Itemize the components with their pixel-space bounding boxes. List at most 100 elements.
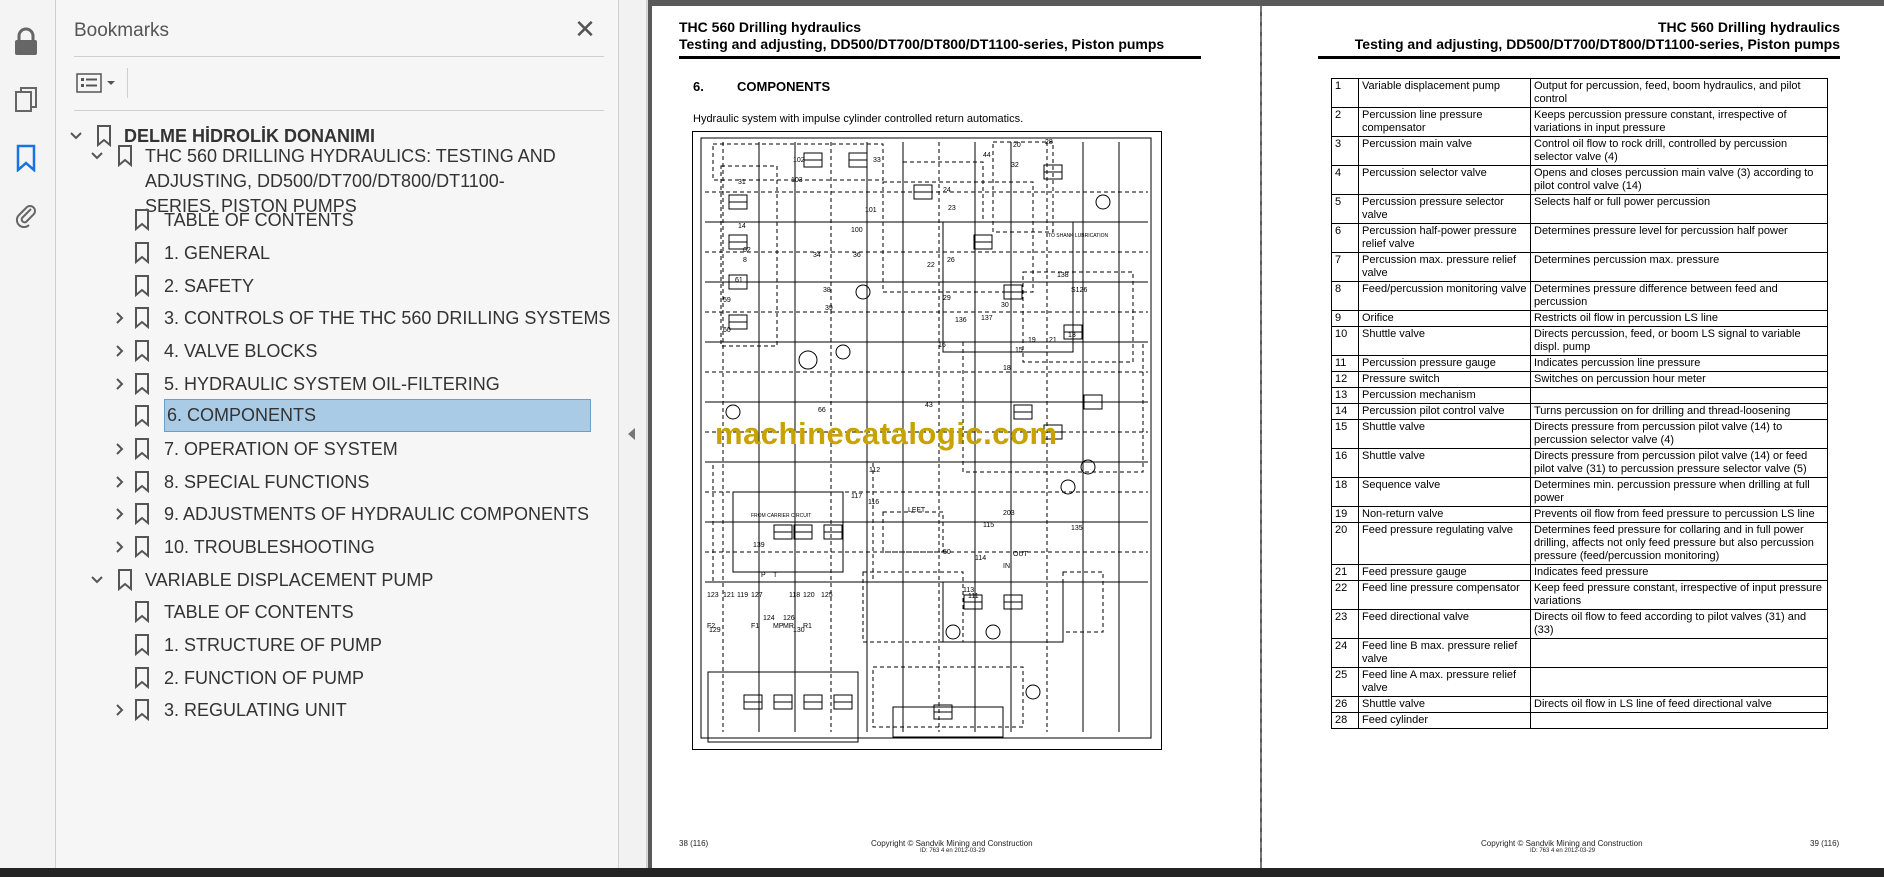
- bookmark-label: 2. FUNCTION OF PUMP: [164, 668, 365, 688]
- table-row: 7 Percussion max. pressure relief valve De…: [1331, 252, 1828, 282]
- component-function: Indicates percussion line pressure: [1530, 355, 1828, 372]
- copy-pages-icon[interactable]: [10, 84, 42, 116]
- bookmark-item[interactable]: 9. ADJUSTMENTS OF HYDRAULIC COMPONENTS: [56, 496, 596, 529]
- table-row: 12 Pressure switch Switches on percussion …: [1331, 371, 1828, 388]
- bookmark-item[interactable]: 6. COMPONENTS: [56, 398, 596, 432]
- component-function: Indicates feed pressure: [1530, 564, 1828, 581]
- bookmark-item[interactable]: 3. CONTROLS OF THE THC 560 DRILLING SYST…: [56, 300, 610, 333]
- component-name: Percussion mechanism: [1358, 387, 1531, 404]
- chevron-right-icon[interactable]: [112, 310, 128, 326]
- chevron-down-icon[interactable]: [89, 148, 105, 164]
- component-name: Feed pressure regulating valve: [1358, 522, 1531, 565]
- diagram-label: 50: [943, 549, 951, 556]
- chevron-right-icon[interactable]: [112, 506, 128, 522]
- chevron-down-icon[interactable]: [89, 572, 105, 588]
- collapse-arrow-icon[interactable]: [628, 428, 635, 440]
- bookmark-icon: [135, 601, 149, 623]
- bookmark-item[interactable]: 10. TROUBLESHOOTING: [56, 529, 596, 562]
- diagram-label: 62: [743, 247, 751, 254]
- bookmark-item[interactable]: THC 560 DRILLING HYDRAULICS: TESTING AND…: [56, 138, 596, 216]
- chevron-right-icon[interactable]: [112, 343, 128, 359]
- diagram-label: 111: [968, 593, 979, 600]
- chevron-right-icon[interactable]: [112, 702, 128, 718]
- component-name: Feed directional valve: [1358, 609, 1531, 639]
- bookmark-item[interactable]: 1. STRUCTURE OF PUMP: [56, 627, 596, 660]
- component-name: Feed line pressure compensator: [1358, 580, 1531, 610]
- bookmark-label: 8. SPECIAL FUNCTIONS: [164, 472, 370, 492]
- bookmark-options-button[interactable]: [76, 68, 124, 98]
- diagram-label: 114: [975, 555, 986, 562]
- chevron-right-icon[interactable]: [112, 441, 128, 457]
- diagram-label: T: [773, 572, 778, 579]
- close-icon[interactable]: ✕: [570, 14, 600, 44]
- bookmark-item[interactable]: TABLE OF CONTENTS: [56, 594, 596, 627]
- diagram-label: R1: [803, 623, 812, 630]
- diagram-label: 22: [927, 262, 935, 269]
- table-row: 9 Orifice Restricts oil flow in percussion…: [1331, 310, 1828, 327]
- item-number: 25: [1331, 667, 1359, 697]
- item-number: 14: [1331, 403, 1359, 420]
- bookmark-item[interactable]: 7. OPERATION OF SYSTEM: [56, 431, 596, 464]
- diagram-label: 203: [1003, 510, 1015, 517]
- diagram-label: P: [761, 572, 766, 579]
- lock-icon[interactable]: [10, 26, 42, 58]
- bookmark-item[interactable]: 8. SPECIAL FUNCTIONS: [56, 464, 596, 497]
- attachment-icon[interactable]: [10, 198, 42, 230]
- bookmark-item[interactable]: TABLE OF CONTENTS: [56, 202, 596, 235]
- diagram-label: IN: [1003, 563, 1010, 570]
- table-row: 28 Feed cylinder: [1331, 712, 1828, 729]
- item-number: 11: [1331, 355, 1359, 372]
- bookmark-item[interactable]: 2. FUNCTION OF PUMP: [56, 660, 596, 693]
- chevron-right-icon[interactable]: [112, 539, 128, 555]
- bookmark-icon: [135, 667, 149, 689]
- diagram-label: 43: [925, 402, 933, 409]
- diagram-label: 102: [793, 157, 805, 164]
- bookmark-icon: [135, 405, 149, 427]
- component-function: Prevents oil flow from feed pressure to …: [1530, 506, 1828, 523]
- page-header-title: THC 560 Drilling hydraulics: [679, 19, 862, 35]
- component-name: Feed line B max. pressure relief valve: [1358, 638, 1531, 668]
- bookmark-label: 1. GENERAL: [164, 243, 271, 263]
- diagram-label: 100: [851, 227, 863, 234]
- diagram-label: 127: [751, 592, 763, 599]
- footer-id: ID: 763 4 en 2012-03-29: [920, 848, 986, 854]
- diagram-label: 15: [1015, 347, 1023, 354]
- bookmark-item[interactable]: 1. GENERAL: [56, 235, 596, 268]
- header-rule: [679, 56, 1201, 59]
- component-function: Determines pressure level for percussion…: [1530, 223, 1828, 253]
- diagram-label: 101: [865, 207, 877, 214]
- diagram-label: MR: [783, 623, 794, 630]
- diagram-label: F1: [751, 623, 759, 630]
- page-header-subtitle: Testing and adjusting, DD500/DT700/DT800…: [1354, 36, 1840, 52]
- bookmark-item[interactable]: 5. HYDRAULIC SYSTEM OIL-FILTERING: [56, 366, 596, 399]
- component-function: Selects half or full power percussion: [1530, 194, 1828, 224]
- diagram-label: 124: [763, 615, 775, 622]
- diagram-label: 34: [813, 252, 821, 259]
- component-function: Keeps percussion pressure constant, irre…: [1530, 107, 1828, 137]
- diagram-label: 118: [789, 592, 800, 599]
- bookmark-item[interactable]: VARIABLE DISPLACEMENT PUMP: [56, 562, 596, 595]
- item-number: 8: [1331, 281, 1359, 311]
- component-function: Control oil flow to rock drill, controll…: [1530, 136, 1828, 166]
- chevron-right-icon[interactable]: [112, 474, 128, 490]
- bookmark-icon: [135, 209, 149, 231]
- bookmark-icon[interactable]: [10, 142, 42, 174]
- diagram-label: TO SHANK LUBRICATION: [1048, 233, 1108, 239]
- component-name: Percussion pressure gauge: [1358, 355, 1531, 372]
- diagram-label: 120: [803, 592, 815, 599]
- diagram-label: 23: [948, 205, 956, 212]
- table-row: 26 Shuttle valve Directs oil flow in LS li…: [1331, 696, 1828, 713]
- bookmarks-panel: Bookmarks ✕ DELME HİDROLİK DONANIMI THC 5…: [56, 0, 658, 868]
- chevron-right-icon[interactable]: [112, 376, 128, 392]
- divider: [74, 56, 604, 57]
- bookmark-item[interactable]: 3. REGULATING UNIT: [56, 692, 596, 725]
- bookmark-item[interactable]: 4. VALVE BLOCKS: [56, 333, 596, 366]
- panel-splitter[interactable]: [619, 0, 647, 868]
- footer-copyright: Copyright © Sandvik Mining and Construct…: [871, 839, 1033, 848]
- item-number: 18: [1331, 477, 1359, 507]
- diagram-label: 38: [823, 287, 831, 294]
- item-number: 12: [1331, 371, 1359, 388]
- bookmark-item[interactable]: 2. SAFETY: [56, 268, 596, 301]
- diagram-label: 21: [1049, 337, 1057, 344]
- item-number: 10: [1331, 326, 1359, 356]
